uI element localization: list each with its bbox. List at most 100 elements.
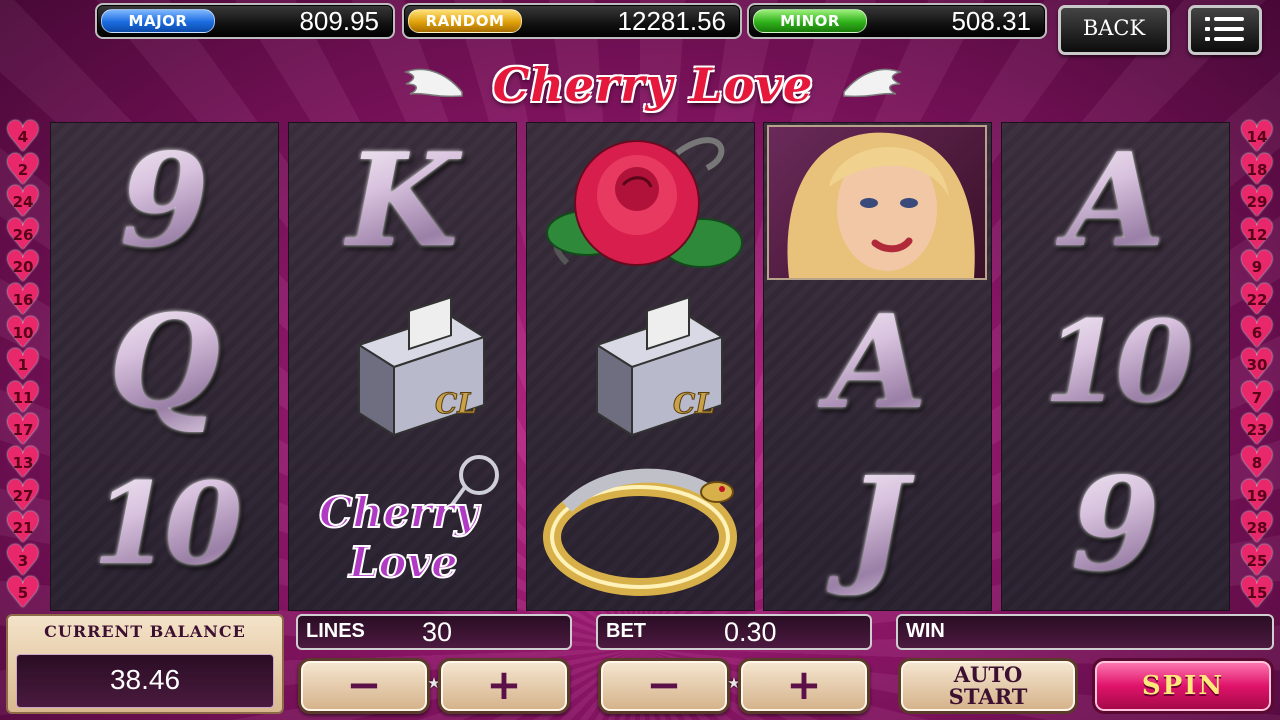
minor-jackpot-value: 508.31 bbox=[951, 6, 1031, 36]
payline-number: 15 bbox=[1246, 584, 1268, 603]
reel-5: A 10 9 bbox=[1001, 122, 1230, 611]
blonde-woman-portrait bbox=[767, 125, 987, 280]
symbol-k-glyph: K bbox=[289, 131, 516, 271]
symbol-portrait bbox=[764, 123, 991, 285]
menu-button[interactable] bbox=[1188, 5, 1262, 55]
zippo-lighter-icon: CL bbox=[594, 296, 725, 437]
symbol-j: J bbox=[764, 447, 991, 609]
symbol-a: A bbox=[764, 285, 991, 447]
bet-increase-button[interactable]: + bbox=[738, 658, 870, 714]
spin-button[interactable]: SPIN bbox=[1092, 658, 1274, 714]
lighter-monogram: CL bbox=[673, 387, 715, 420]
payline-number: 18 bbox=[1246, 160, 1268, 179]
auto-start-line-2: START bbox=[948, 684, 1028, 709]
reel-4: A J bbox=[763, 122, 992, 611]
payline-number: 29 bbox=[1246, 193, 1268, 212]
payline-number: 7 bbox=[1251, 388, 1263, 407]
right-payline-markers: 14 18 29 12 9 22 6 30 7 23 8 19 28 25 15 bbox=[1234, 114, 1280, 616]
payline-number: 8 bbox=[1251, 453, 1263, 472]
payline-number: 19 bbox=[1246, 486, 1268, 505]
random-jackpot: RANDOM 12281.56 bbox=[402, 3, 742, 39]
minor-jackpot: MINOR 508.31 bbox=[747, 3, 1047, 39]
symbol-lighter: CL bbox=[289, 285, 516, 447]
payline-number: 30 bbox=[1246, 356, 1268, 375]
payline-number: 4 bbox=[17, 128, 29, 146]
payline-number: 16 bbox=[12, 290, 34, 309]
bet-label: BET bbox=[606, 620, 646, 642]
payline-number: 22 bbox=[1246, 290, 1268, 309]
payline-number: 27 bbox=[12, 486, 34, 505]
symbol-q-glyph: Q bbox=[51, 293, 278, 433]
symbol-q: Q bbox=[51, 285, 278, 447]
bet-value: 0.30 bbox=[724, 617, 777, 647]
random-jackpot-label: RANDOM bbox=[408, 9, 522, 33]
win-label: WIN bbox=[906, 620, 945, 642]
current-balance-label: CURRENT BALANCE bbox=[44, 622, 246, 641]
bet-display: BET 0.30 bbox=[596, 614, 872, 650]
payline-number: 9 bbox=[1251, 258, 1263, 277]
symbol-9: 9 bbox=[1002, 447, 1229, 609]
payline-number: 14 bbox=[1246, 128, 1268, 146]
symbol-9-glyph: 9 bbox=[51, 131, 278, 271]
payline-number: 6 bbox=[1251, 323, 1263, 342]
lines-value: 30 bbox=[422, 617, 453, 647]
portrait-illustration bbox=[787, 132, 975, 278]
game-logo: Cherry Love bbox=[404, 52, 902, 118]
lines-increase-button[interactable]: + bbox=[438, 658, 570, 714]
keychain-word-1: Cherry bbox=[319, 488, 481, 537]
symbol-keychain: Cherry Love bbox=[289, 447, 516, 609]
auto-start-button[interactable]: AUTO START bbox=[898, 658, 1078, 714]
win-display: WIN bbox=[896, 614, 1274, 650]
major-jackpot-label: MAJOR bbox=[101, 9, 215, 33]
reel-1: 9 Q 10 bbox=[50, 122, 279, 611]
symbol-10-glyph: 10 bbox=[51, 455, 278, 595]
symbol-10-glyph: 10 bbox=[1002, 293, 1229, 433]
payline-number: 21 bbox=[12, 519, 34, 538]
lines-label: LINES bbox=[306, 620, 365, 642]
symbol-a: A bbox=[1002, 123, 1229, 285]
payline-number: 1 bbox=[17, 356, 29, 375]
current-balance-value: 38.46 bbox=[16, 654, 274, 708]
minor-jackpot-label: MINOR bbox=[753, 9, 867, 33]
left-payline-markers: 4224262016101111713272135 bbox=[0, 114, 46, 616]
cherry-love-keychain-icon: Cherry Love bbox=[318, 455, 499, 588]
reel-2: K CL Cherry Love bbox=[288, 122, 517, 611]
payline-number: 2 bbox=[17, 160, 29, 179]
payline-number: 13 bbox=[12, 453, 34, 472]
payline-number: 3 bbox=[17, 551, 29, 570]
payline-number: 5 bbox=[17, 584, 29, 603]
symbol-a-glyph: A bbox=[1002, 131, 1229, 271]
back-button[interactable]: BACK bbox=[1058, 5, 1170, 55]
major-jackpot-value: 809.95 bbox=[299, 6, 379, 36]
payline-number: 20 bbox=[12, 258, 34, 277]
payline-number: 11 bbox=[12, 388, 34, 407]
symbol-ring bbox=[527, 447, 754, 609]
payline-marker-right[interactable]: 15 bbox=[1234, 570, 1280, 615]
lines-display: LINES 30 bbox=[296, 614, 572, 650]
symbol-9: 9 bbox=[51, 123, 278, 285]
symbol-9-glyph: 9 bbox=[1002, 455, 1229, 595]
symbol-k: K bbox=[289, 123, 516, 285]
lines-decrease-button[interactable]: − bbox=[298, 658, 430, 714]
major-jackpot: MAJOR 809.95 bbox=[95, 3, 395, 39]
keychain-word-2: Love bbox=[348, 538, 458, 587]
symbol-j-glyph: J bbox=[764, 455, 991, 595]
current-balance-panel: CURRENT BALANCE 38.46 bbox=[6, 614, 284, 714]
symbol-a-glyph: A bbox=[764, 293, 991, 433]
red-rose-icon bbox=[546, 137, 743, 268]
payline-number: 10 bbox=[12, 323, 34, 342]
payline-number: 25 bbox=[1246, 551, 1268, 570]
reel-3: CL bbox=[526, 122, 755, 611]
symbol-rose bbox=[527, 123, 754, 285]
lighter-monogram: CL bbox=[435, 387, 477, 420]
random-jackpot-value: 12281.56 bbox=[617, 6, 726, 36]
payline-marker-left[interactable]: 5 bbox=[0, 570, 46, 615]
payline-number: 24 bbox=[12, 193, 34, 212]
bet-decrease-button[interactable]: − bbox=[598, 658, 730, 714]
payline-number: 23 bbox=[1246, 421, 1268, 440]
payline-number: 26 bbox=[12, 225, 34, 244]
auto-start-line-1: AUTO bbox=[953, 662, 1023, 687]
symbol-10: 10 bbox=[51, 447, 278, 609]
payline-number: 28 bbox=[1246, 519, 1268, 538]
hamburger-menu-icon bbox=[1205, 17, 1244, 41]
